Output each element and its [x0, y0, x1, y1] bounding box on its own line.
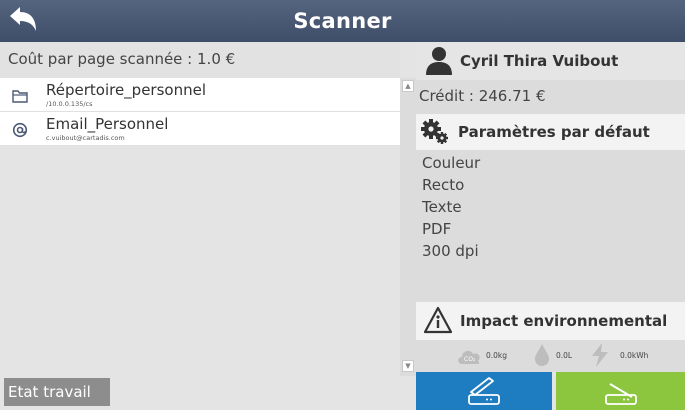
- setting-mode: Texte: [422, 198, 462, 216]
- start-scan-button[interactable]: [556, 372, 685, 410]
- scanner-start-icon: [604, 383, 637, 405]
- recycle-icon: [423, 306, 453, 334]
- job-status-button[interactable]: Etat travail: [4, 378, 110, 406]
- setting-format: PDF: [422, 220, 452, 238]
- page-title: Scanner: [293, 9, 392, 33]
- co2-cloud-icon: CO₂: [458, 350, 480, 364]
- destination-name: Email_Personnel: [46, 115, 169, 133]
- energy-value: 0.0kWh: [620, 351, 649, 360]
- environmental-impact-header: Impact environnemental: [416, 302, 685, 340]
- info-panel: Cyril Thira Vuibout Crédit : 246.71 € Pa…: [416, 42, 685, 410]
- destination-name: Répertoire_personnel: [46, 81, 207, 99]
- cost-per-page: Coût par page scannée : 1.0 €: [0, 42, 400, 78]
- default-settings-title: Paramètres par défaut: [458, 123, 650, 141]
- gears-icon: [421, 119, 448, 144]
- user-avatar-icon: [426, 47, 452, 75]
- header-bar: Scanner: [0, 0, 685, 42]
- default-settings-header: Paramètres par défaut: [416, 114, 685, 150]
- scan-preview-button[interactable]: [416, 372, 552, 410]
- folder-icon: [12, 90, 28, 103]
- water-drop-icon: [535, 344, 549, 366]
- environmental-impact-title: Impact environnemental: [460, 312, 668, 330]
- setting-resolution: 300 dpi: [422, 242, 479, 260]
- destination-address: c.vuibout@cartadis.com: [46, 134, 125, 142]
- scroll-down-arrow-icon[interactable]: ▼: [402, 360, 414, 372]
- destination-item-email[interactable]: Email_Personnel c.vuibout@cartadis.com: [0, 112, 400, 146]
- co2-value: 0.0kg: [486, 351, 508, 360]
- destination-path: /10.0.0.135/cs: [46, 100, 93, 108]
- credit-balance: Crédit : 246.71 €: [416, 80, 685, 114]
- destination-list: Répertoire_personnel /10.0.0.135/cs Emai…: [0, 78, 400, 146]
- scroll-up-arrow-icon[interactable]: ▲: [402, 80, 414, 92]
- environmental-values: CO₂ 0.0kg 0.0L 0.0kWh: [416, 340, 685, 372]
- setting-sides: Recto: [422, 176, 465, 194]
- destinations-panel: Coût par page scannée : 1.0 € Répertoire…: [0, 42, 400, 410]
- setting-color: Couleur: [422, 154, 481, 172]
- default-settings-list: Couleur Recto Texte PDF 300 dpi: [416, 150, 685, 302]
- svg-text:CO₂: CO₂: [464, 356, 476, 363]
- water-value: 0.0L: [556, 351, 573, 360]
- scanner-open-icon: [468, 377, 500, 405]
- user-section: Cyril Thira Vuibout: [416, 42, 685, 80]
- destination-item-personal-folder[interactable]: Répertoire_personnel /10.0.0.135/cs: [0, 78, 400, 112]
- list-scrollbar[interactable]: ▲ ▼: [400, 78, 416, 376]
- at-sign-icon: [12, 122, 28, 138]
- user-name: Cyril Thira Vuibout: [460, 52, 619, 70]
- lightning-icon: [592, 343, 608, 367]
